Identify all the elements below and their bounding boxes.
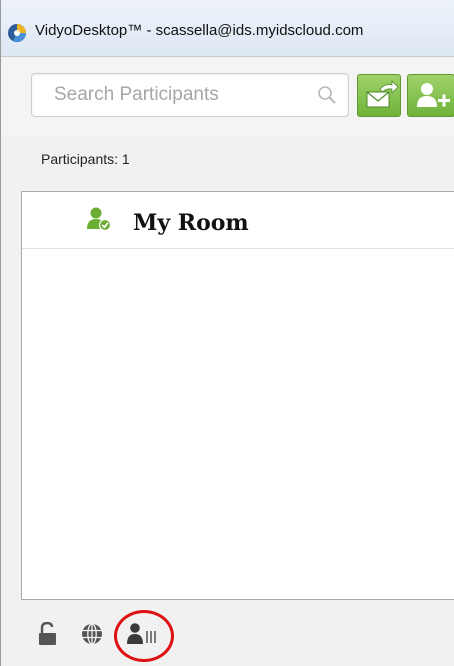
envelope-arrow-icon (366, 80, 399, 108)
window-title: VidyoDesktop™ - scassella@ids.myidscloud… (35, 22, 364, 39)
vidyo-app-icon (8, 24, 27, 43)
participant-bars-icon[interactable] (127, 622, 161, 646)
list-item[interactable]: My Room (22, 192, 454, 249)
invite-by-email-button[interactable] (357, 74, 401, 117)
search-participants-input[interactable] (32, 74, 302, 116)
search-box[interactable] (31, 73, 349, 117)
search-icon[interactable] (316, 84, 338, 106)
participants-list: My Room (21, 191, 454, 600)
add-participant-button[interactable] (407, 74, 454, 117)
toolbar (1, 57, 454, 137)
bottom-bar (1, 600, 454, 666)
globe-icon[interactable] (80, 622, 104, 646)
lock-icon[interactable] (37, 622, 59, 646)
user-check-icon (87, 207, 112, 232)
participants-count: Participants: 1 (41, 151, 130, 167)
vidyo-desktop-window: VidyoDesktop™ - scassella@ids.myidscloud… (0, 0, 454, 666)
add-user-icon (417, 83, 450, 107)
title-bar[interactable]: VidyoDesktop™ - scassella@ids.myidscloud… (1, 0, 454, 57)
room-name: My Room (133, 210, 249, 236)
